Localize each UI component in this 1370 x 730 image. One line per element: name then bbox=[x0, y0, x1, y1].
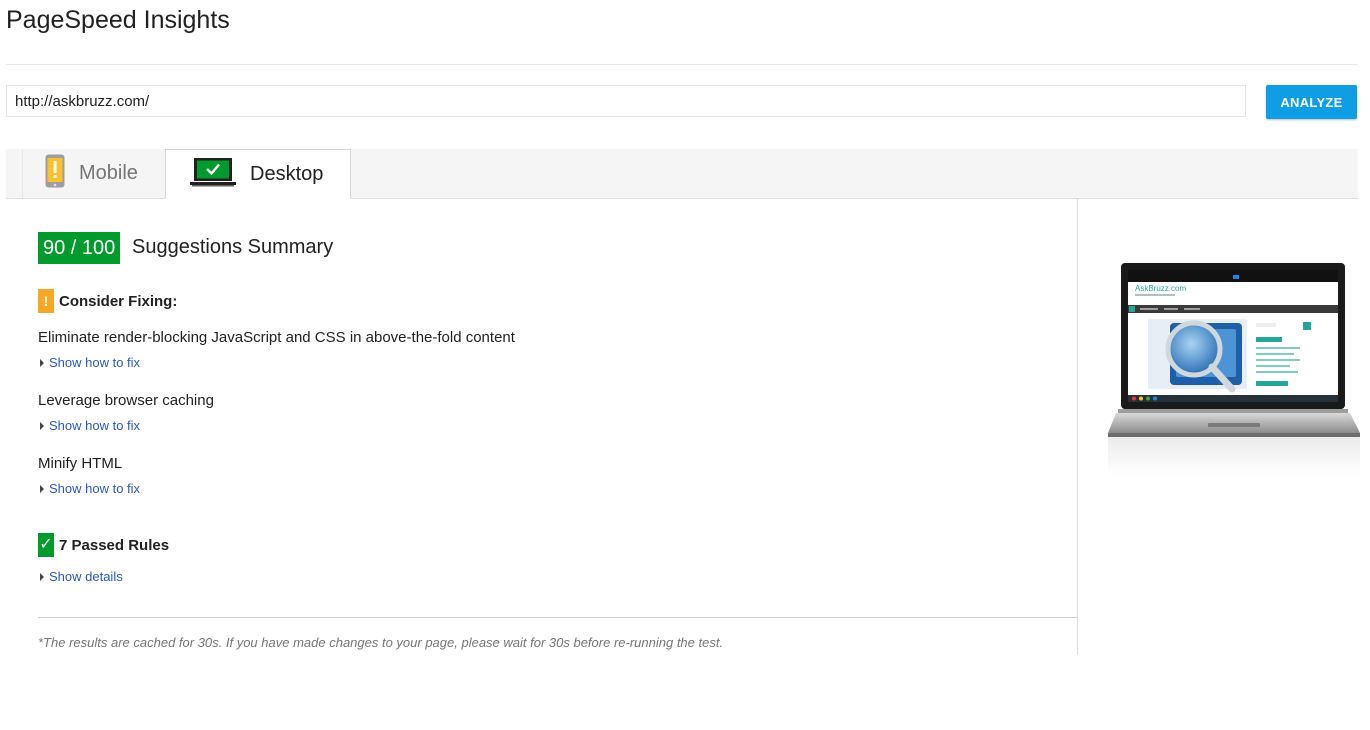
show-how-to-fix-link[interactable]: Show how to fix bbox=[38, 418, 140, 433]
rule-title: Eliminate render-blocking JavaScript and… bbox=[38, 329, 515, 346]
title-divider bbox=[6, 64, 1358, 65]
score-badge: 90 / 100 bbox=[38, 232, 121, 264]
device-tabs: Mobile Desktop bbox=[6, 149, 1358, 199]
tab-desktop-label: Desktop bbox=[250, 162, 324, 185]
warning-icon: ! bbox=[38, 289, 54, 313]
phone-icon bbox=[45, 154, 65, 193]
link-label: Show how to fix bbox=[49, 481, 141, 496]
rule-title: Minify HTML bbox=[38, 455, 123, 472]
expand-triangle-icon bbox=[40, 484, 44, 493]
analyze-button[interactable]: ANALYZE bbox=[1266, 85, 1357, 119]
tab-mobile[interactable]: Mobile bbox=[22, 149, 165, 198]
consider-fixing-heading: ! Consider Fixing: bbox=[38, 289, 177, 313]
suggestions-summary-title: Suggestions Summary bbox=[132, 236, 334, 258]
show-how-to-fix-link[interactable]: Show how to fix bbox=[38, 481, 140, 496]
link-label: Show how to fix bbox=[49, 355, 141, 370]
expand-triangle-icon bbox=[40, 358, 44, 367]
cache-note: *The results are cached for 30s. If you … bbox=[38, 635, 724, 650]
preview-divider bbox=[1077, 199, 1078, 655]
page-title: PageSpeed Insights bbox=[6, 6, 230, 34]
preview-site-name: AskBruzz.com bbox=[1135, 284, 1186, 293]
results-panel: 90 / 100 Suggestions Summary ! Consider … bbox=[6, 199, 1360, 655]
show-details-link[interactable]: Show details bbox=[38, 569, 123, 584]
show-how-to-fix-link[interactable]: Show how to fix bbox=[38, 355, 140, 370]
consider-fixing-label: Consider Fixing: bbox=[59, 292, 178, 310]
expand-triangle-icon bbox=[40, 572, 44, 581]
monitor-check-icon bbox=[190, 157, 236, 192]
tab-mobile-label: Mobile bbox=[79, 162, 138, 184]
tab-desktop[interactable]: Desktop bbox=[165, 149, 351, 199]
passed-rules-heading: ✓ 7 Passed Rules bbox=[38, 533, 169, 557]
passed-rules-label: 7 Passed Rules bbox=[59, 536, 170, 554]
expand-triangle-icon bbox=[40, 421, 44, 430]
rule-title: Leverage browser caching bbox=[38, 392, 214, 409]
desktop-preview-screenshot: AskBruzz.com bbox=[1108, 263, 1360, 488]
checkmark-icon: ✓ bbox=[38, 533, 54, 557]
link-label: Show details bbox=[49, 569, 123, 584]
url-input[interactable] bbox=[6, 85, 1246, 117]
link-label: Show how to fix bbox=[49, 418, 141, 433]
results-divider bbox=[38, 617, 1077, 618]
